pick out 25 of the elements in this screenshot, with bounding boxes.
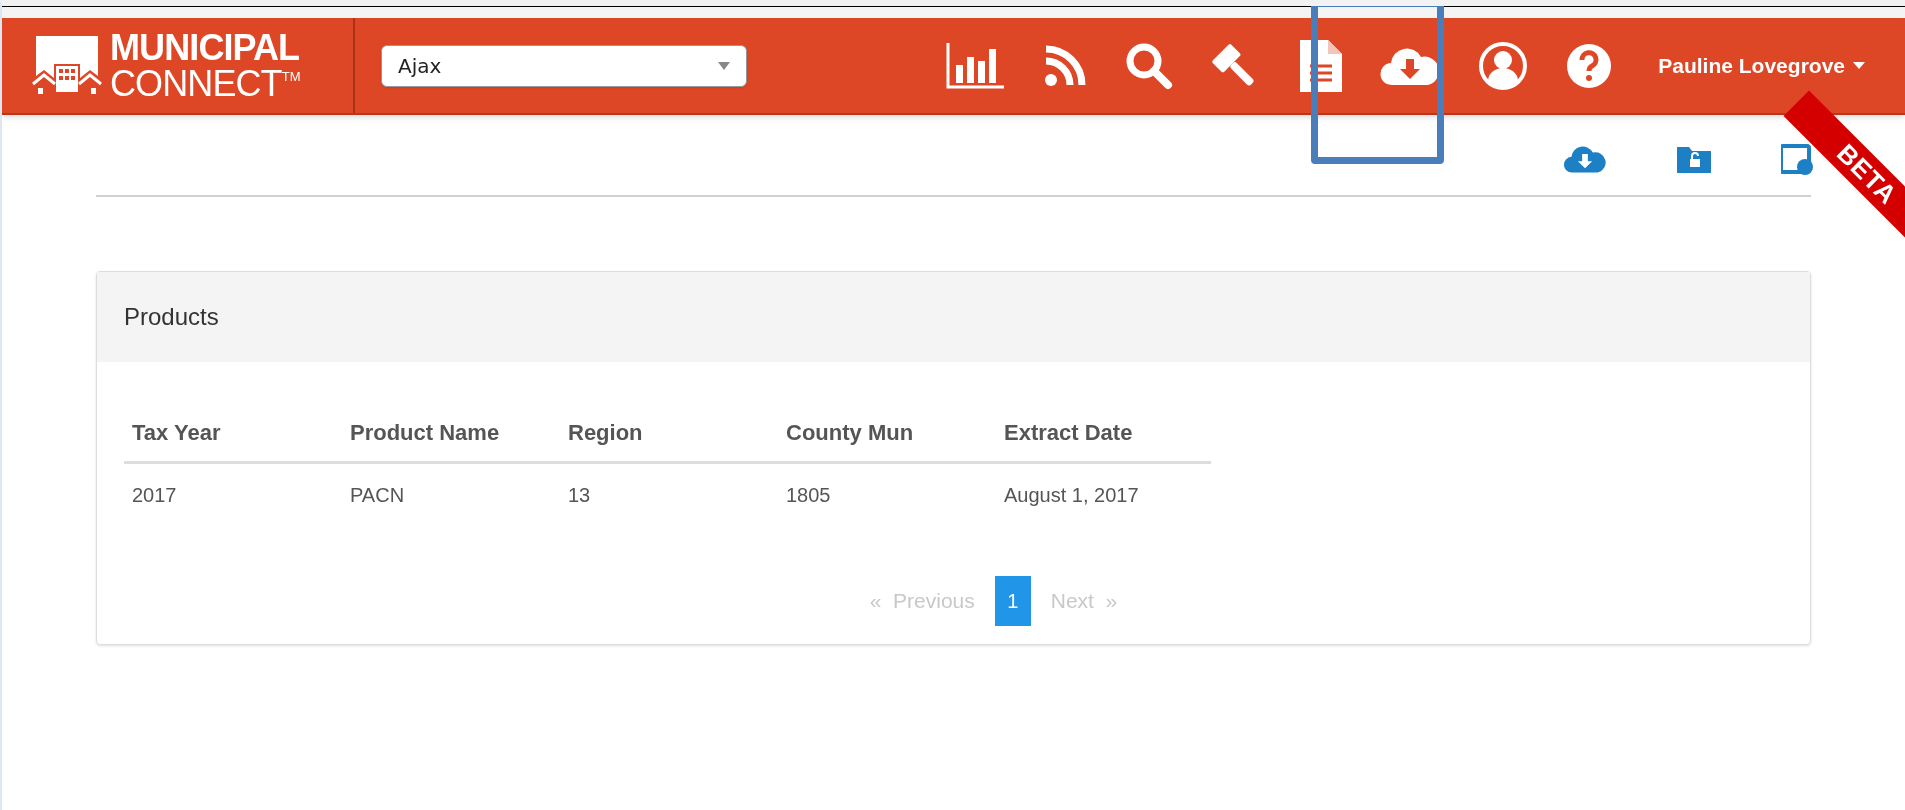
column-header[interactable]: Region <box>560 404 778 463</box>
table-cell: 13 <box>560 462 778 526</box>
caret-icon <box>718 61 730 70</box>
bar-chart-icon[interactable] <box>946 42 1007 89</box>
rss-icon[interactable] <box>1044 44 1087 87</box>
cloud-download-icon[interactable] <box>1563 144 1607 174</box>
trademark-text: TM <box>281 69 301 83</box>
table-cell: 1805 <box>778 462 996 526</box>
caret-icon <box>1853 62 1865 69</box>
column-header[interactable]: Tax Year <box>124 404 342 463</box>
logo-text: CONNECT <box>110 65 282 102</box>
calendar-clock-icon[interactable] <box>1781 143 1815 175</box>
table-cell: PACN <box>342 462 560 526</box>
panel-title: Products <box>124 302 219 332</box>
help-icon[interactable] <box>1566 42 1613 89</box>
municipality-select[interactable]: Ajax <box>381 44 747 87</box>
table-cell: 2017 <box>124 462 342 526</box>
column-header[interactable]: County Mun <box>778 404 996 463</box>
column-header[interactable]: Product Name <box>342 404 560 463</box>
logo-text: MUNICIPAL <box>110 29 301 66</box>
user-icon[interactable] <box>1478 40 1529 91</box>
column-header[interactable]: Extract Date <box>996 404 1211 463</box>
folder-lock-icon[interactable] <box>1677 145 1711 173</box>
user-menu[interactable]: Pauline Lovegrove <box>1658 49 1865 82</box>
table-cell: August 1, 2017 <box>996 462 1211 526</box>
